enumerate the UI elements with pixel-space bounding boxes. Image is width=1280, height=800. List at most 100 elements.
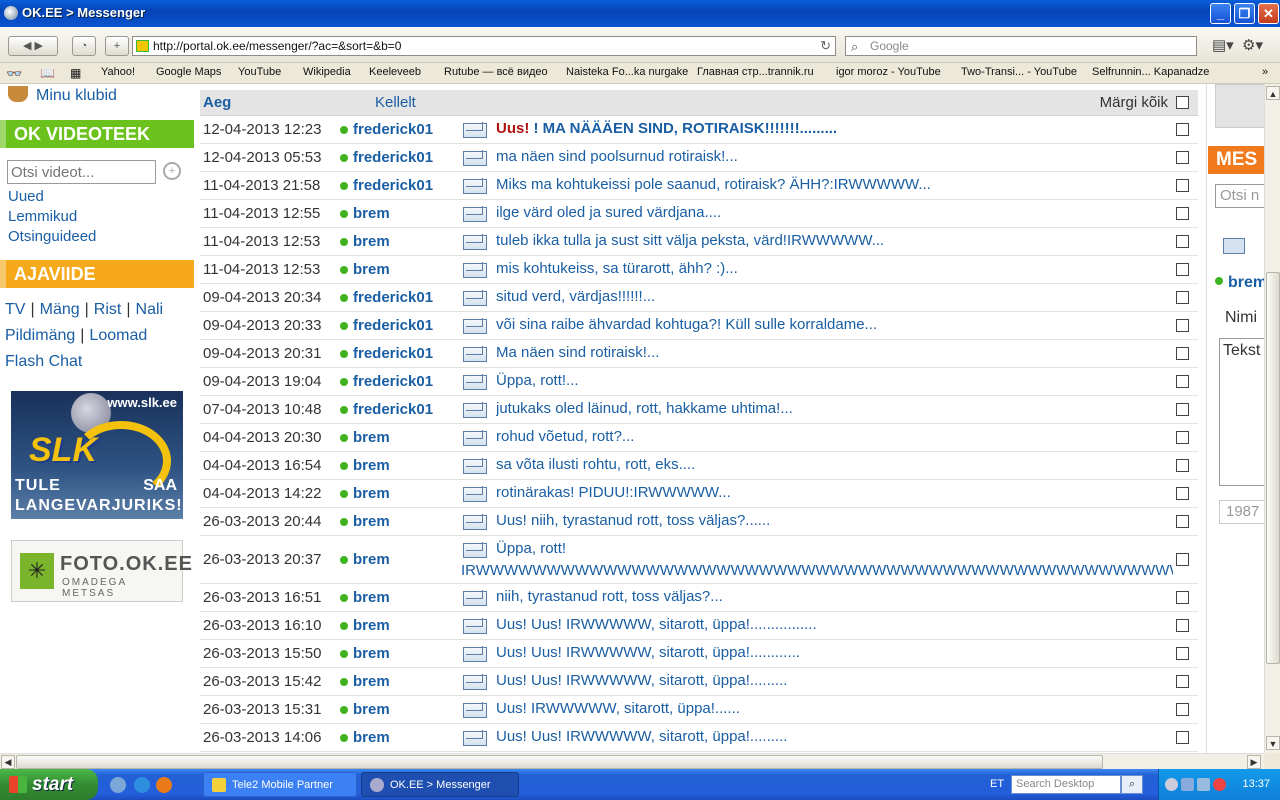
message-row[interactable]: 26-03-2013 16:51 brem niih, tyrastanud rot… xyxy=(200,584,1198,612)
message-row[interactable]: 11-04-2013 12:55 brem ilge värd oled ja su… xyxy=(200,200,1198,228)
video-link-search-ideas[interactable]: Otsinguideed xyxy=(8,228,96,245)
language-indicator[interactable]: ET xyxy=(990,778,1004,790)
horizontal-scrollbar[interactable]: ◀ ▶ xyxy=(0,753,1264,769)
ajaviide-link[interactable]: Flash Chat xyxy=(5,353,82,370)
message-checkbox[interactable] xyxy=(1176,403,1189,416)
ajaviide-link[interactable]: Nali xyxy=(136,301,164,318)
message-row[interactable]: 26-03-2013 20:44 brem Uus! niih, tyrastanu… xyxy=(200,508,1198,536)
glasses-icon[interactable]: 👓 xyxy=(6,66,22,82)
message-checkbox[interactable] xyxy=(1176,487,1189,500)
message-checkbox[interactable] xyxy=(1176,207,1189,220)
message-subject[interactable]: Uus! Uus! IRWWWWW, sitarott, üppa!......… xyxy=(496,644,800,661)
message-sender[interactable]: brem xyxy=(353,729,390,746)
message-sender[interactable]: frederick01 xyxy=(353,317,433,334)
message-subject[interactable]: Uus! IRWWWWW, sitarott, üppa!...... xyxy=(496,700,740,717)
message-checkbox[interactable] xyxy=(1176,347,1189,360)
message-checkbox[interactable] xyxy=(1176,179,1189,192)
message-checkbox[interactable] xyxy=(1176,123,1189,136)
message-textarea[interactable]: Tekst xyxy=(1219,338,1264,486)
message-row[interactable]: 26-03-2013 15:42 brem Uus! Uus! IRWWWWW, s… xyxy=(200,668,1198,696)
message-subject-continued[interactable]: IRWWWWWWWWWWWWWWWWWWWWWWWWWWWWWWWWWWWWWW… xyxy=(461,562,1173,579)
message-sender[interactable]: brem xyxy=(353,673,390,690)
message-checkbox[interactable] xyxy=(1176,553,1189,566)
message-row[interactable]: 09-04-2013 20:33 frederick01 või sina raib… xyxy=(200,312,1198,340)
new-tab-icon[interactable]: + xyxy=(105,36,129,56)
bookmarks-overflow-icon[interactable]: » xyxy=(1262,66,1268,78)
ajaviide-link[interactable]: Mäng xyxy=(40,301,80,318)
message-subject[interactable]: Ma näen sind rotiraisk!... xyxy=(496,344,659,361)
message-row[interactable]: 26-03-2013 20:37 brem Üppa, rott! IRWWWWWWW… xyxy=(200,536,1198,584)
message-sender[interactable]: brem xyxy=(353,617,390,634)
taskbar-task[interactable]: Tele2 Mobile Partner xyxy=(203,772,357,797)
taskbar-task-active[interactable]: OK.EE > Messenger xyxy=(361,772,519,797)
message-row[interactable]: 26-03-2013 15:50 brem Uus! Uus! IRWWWWW, s… xyxy=(200,640,1198,668)
foto-banner[interactable]: ✳ FOTO.OK.EE OMADEGA METSAS xyxy=(11,540,192,602)
message-row[interactable]: 12-04-2013 12:23 frederick01 Uus! ! MA NÄÄ… xyxy=(200,116,1198,144)
close-button[interactable]: ✕ xyxy=(1258,3,1279,24)
bookmark-item[interactable]: Keeleveeb xyxy=(369,66,421,78)
message-subject[interactable]: Uus! Uus! IRWWWWW, sitarott, üppa!......… xyxy=(496,616,817,633)
message-sender[interactable]: frederick01 xyxy=(353,149,433,166)
bookmark-item[interactable]: Yahoo! xyxy=(101,66,135,78)
video-link-favorites[interactable]: Lemmikud xyxy=(8,208,77,225)
maximize-button[interactable]: ❐ xyxy=(1234,3,1255,24)
reload-icon[interactable]: ↻ xyxy=(820,37,831,55)
book-icon[interactable]: 📖 xyxy=(40,66,55,80)
bookmark-item[interactable]: Selfrunnin... Kapanadze xyxy=(1092,66,1209,78)
message-row[interactable]: 04-04-2013 16:54 brem sa võta ilusti rohtu… xyxy=(200,452,1198,480)
message-subject[interactable]: Üppa, rott!... xyxy=(496,372,579,389)
message-row[interactable]: 09-04-2013 20:34 frederick01 situd verd, v… xyxy=(200,284,1198,312)
show-desktop-icon[interactable] xyxy=(110,777,126,793)
message-sender[interactable]: brem xyxy=(353,485,390,502)
grid-icon[interactable]: ▦ xyxy=(70,66,81,80)
bookmark-item[interactable]: Rutube — всё видео xyxy=(444,66,548,78)
window-titlebar[interactable]: OK.EE > Messenger _ ❐ ✕ xyxy=(0,0,1280,27)
message-checkbox[interactable] xyxy=(1176,731,1189,744)
year-field[interactable]: 1987 xyxy=(1219,500,1264,524)
message-checkbox[interactable] xyxy=(1176,647,1189,660)
internet-explorer-icon[interactable] xyxy=(134,777,150,793)
message-subject[interactable]: rotinärakas! PIDUU!:IRWWWWW... xyxy=(496,484,731,501)
mark-all-checkbox[interactable] xyxy=(1176,96,1189,109)
message-subject[interactable]: rohud võetud, rott?... xyxy=(496,428,634,445)
scroll-left-icon[interactable]: ◀ xyxy=(1,755,15,769)
video-link-new[interactable]: Uued xyxy=(8,188,44,205)
message-checkbox[interactable] xyxy=(1176,151,1189,164)
message-checkbox[interactable] xyxy=(1176,263,1189,276)
scroll-up-icon[interactable]: ▲ xyxy=(1266,86,1280,100)
volume-icon[interactable] xyxy=(1197,778,1210,791)
message-subject[interactable]: või sina raibe ähvardad kohtuga?! Küll s… xyxy=(496,316,877,333)
message-subject[interactable]: tuleb ikka tulla ja sust sitt välja peks… xyxy=(496,232,884,249)
scroll-down-icon[interactable]: ▼ xyxy=(1266,736,1280,750)
message-row[interactable]: 09-04-2013 20:31 frederick01 Ma näen sind … xyxy=(200,340,1198,368)
message-row[interactable]: 12-04-2013 05:53 frederick01 ma näen sind … xyxy=(200,144,1198,172)
ajaviide-link[interactable]: Pildimäng xyxy=(5,327,75,344)
message-sender[interactable]: frederick01 xyxy=(353,345,433,362)
message-subject[interactable]: Üppa, rott! xyxy=(496,540,566,557)
message-subject[interactable]: ma näen sind poolsurnud rotiraisk!... xyxy=(496,148,738,165)
message-checkbox[interactable] xyxy=(1176,319,1189,332)
message-sender[interactable]: brem xyxy=(353,589,390,606)
video-search-icon[interactable]: + xyxy=(163,162,181,180)
tray-arrow-icon[interactable] xyxy=(1165,778,1178,791)
bookmark-item[interactable]: Главная стр...trannik.ru xyxy=(697,66,814,78)
ajaviide-link[interactable]: Rist xyxy=(94,301,122,318)
message-subject[interactable]: Miks ma kohtukeissi pole saanud, rotirai… xyxy=(496,176,931,193)
message-checkbox[interactable] xyxy=(1176,235,1189,248)
message-checkbox[interactable] xyxy=(1176,291,1189,304)
message-sender[interactable]: frederick01 xyxy=(353,289,433,306)
address-bar[interactable]: http://portal.ok.ee/messenger/?ac=&sort=… xyxy=(132,36,836,56)
message-subject[interactable]: Uus! niih, tyrastanud rott, toss väljas?… xyxy=(496,512,770,529)
ajaviide-link[interactable]: Loomad xyxy=(89,327,147,344)
history-icon[interactable]: ◔ xyxy=(72,36,96,56)
message-row[interactable]: 04-04-2013 14:22 brem rotinärakas! PIDUU!:… xyxy=(200,480,1198,508)
message-sender[interactable]: frederick01 xyxy=(353,373,433,390)
message-subject[interactable]: Uus! Uus! IRWWWWW, sitarott, üppa!......… xyxy=(496,728,787,745)
contact-user[interactable]: brem xyxy=(1215,274,1264,292)
message-row[interactable]: 11-04-2013 12:53 brem tuleb ikka tulla ja … xyxy=(200,228,1198,256)
firefox-icon[interactable] xyxy=(156,777,172,793)
message-checkbox[interactable] xyxy=(1176,431,1189,444)
message-checkbox[interactable] xyxy=(1176,591,1189,604)
messenger-search-input[interactable]: Otsi n xyxy=(1215,184,1264,208)
bookmark-item[interactable]: YouTube xyxy=(238,66,281,78)
